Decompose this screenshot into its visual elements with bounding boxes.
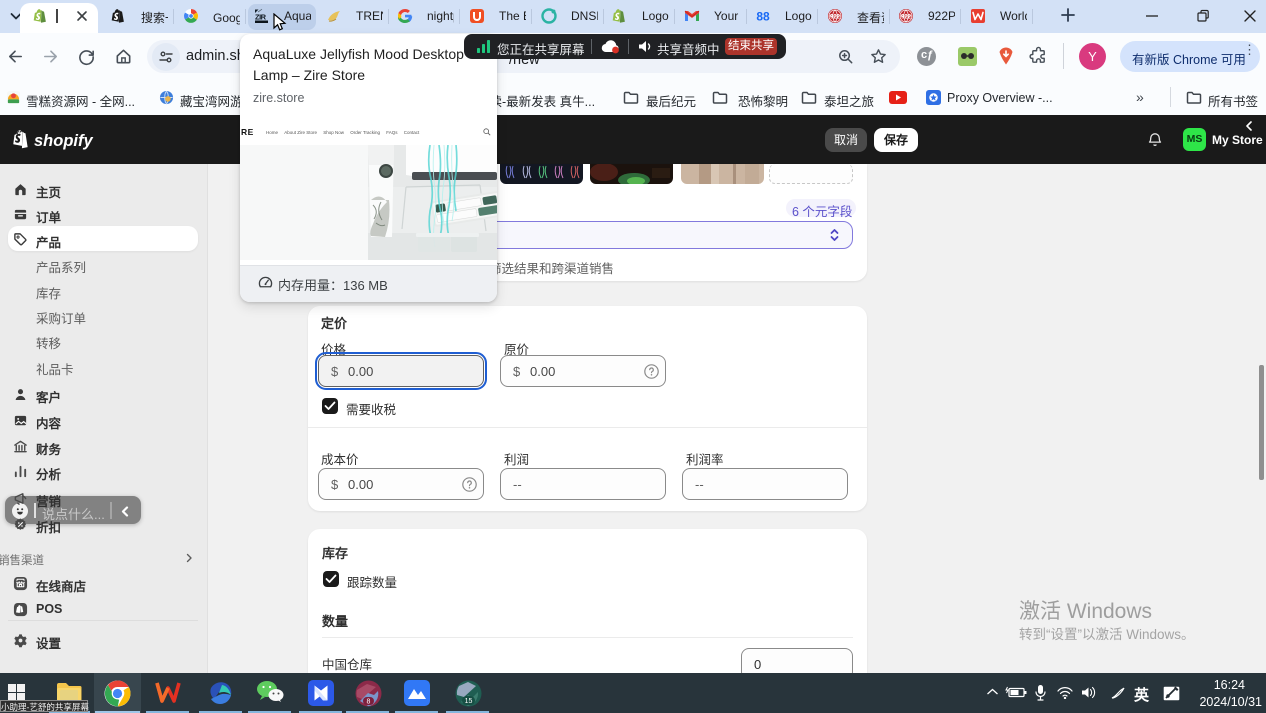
- svg-text:15: 15: [464, 698, 472, 705]
- svg-text:8: 8: [366, 699, 370, 706]
- svg-text:922: 922: [830, 15, 841, 21]
- svg-text:88: 88: [756, 10, 770, 24]
- svg-text:ZIR: ZIR: [255, 13, 267, 22]
- svg-text:922: 922: [901, 15, 912, 21]
